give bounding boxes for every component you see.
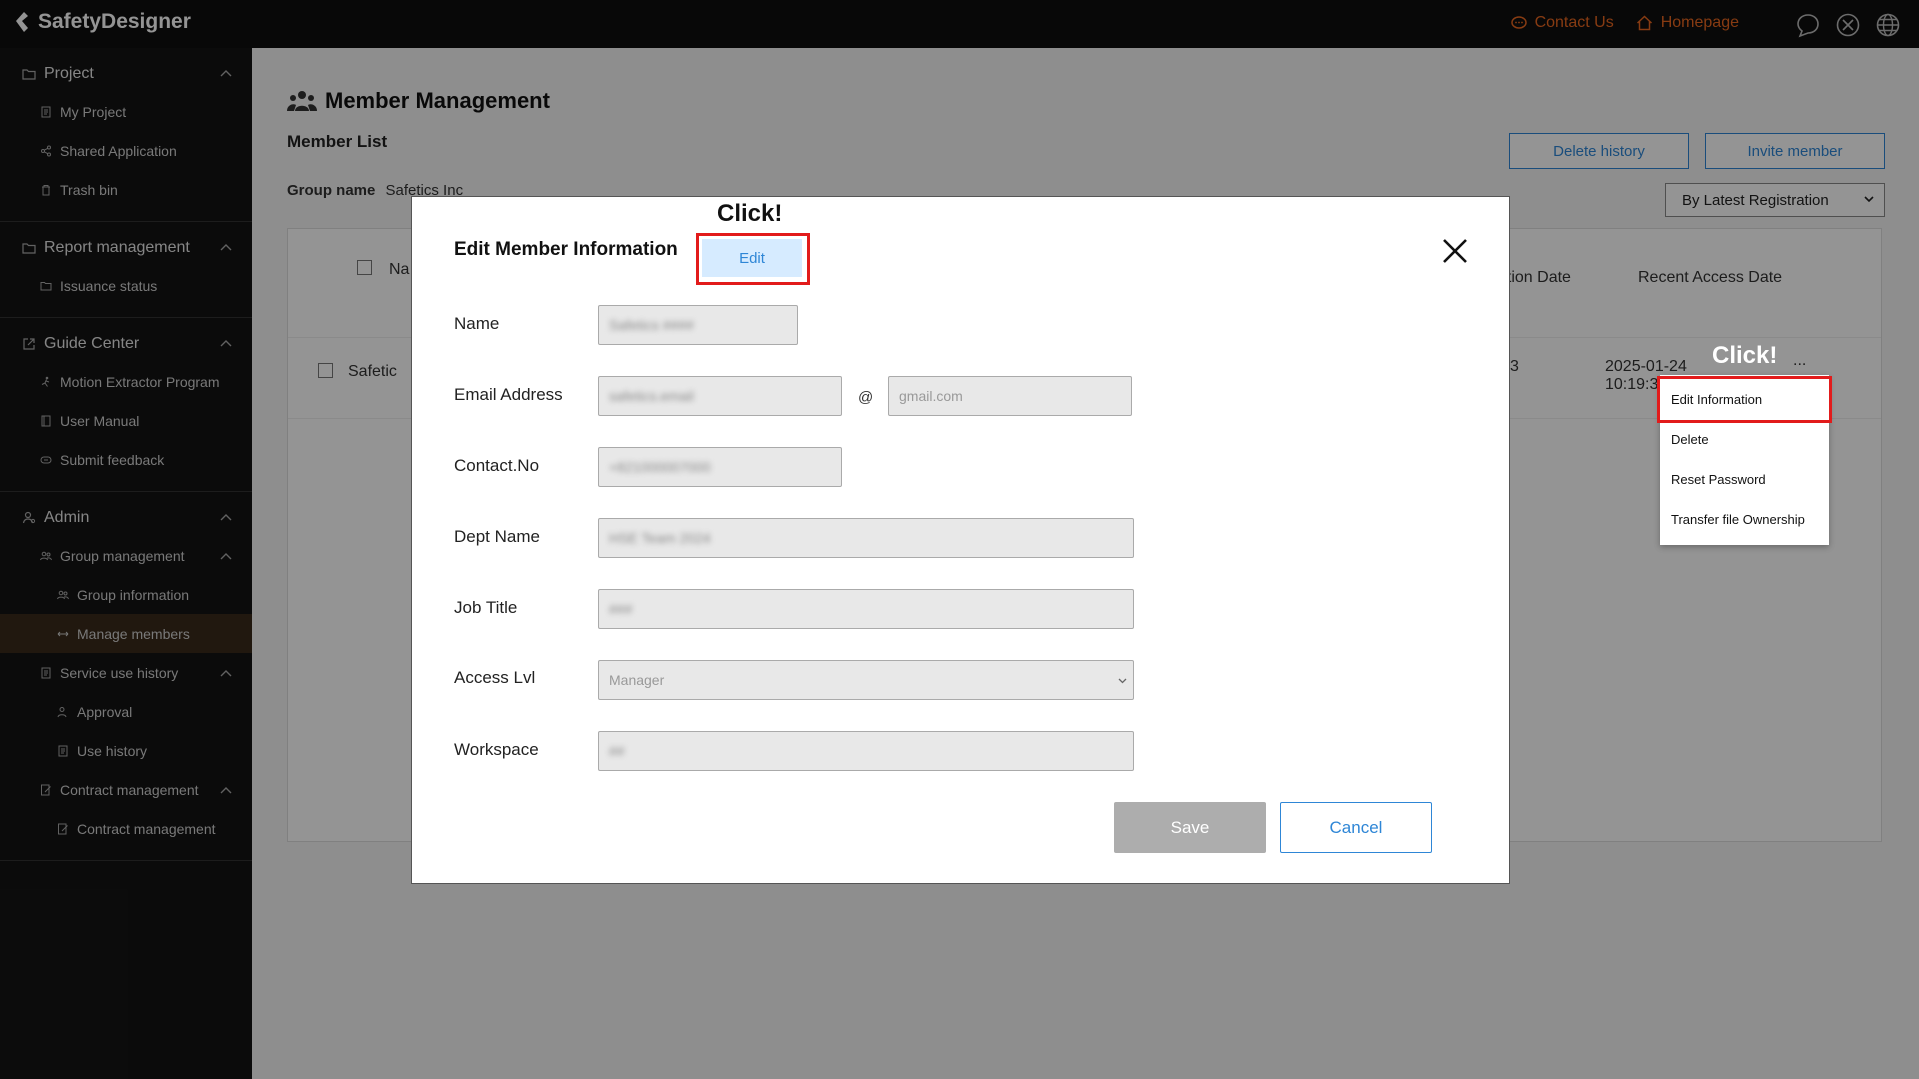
- email-domain-value: gmail.com: [899, 388, 963, 404]
- contact-value: +821000007000: [609, 459, 711, 475]
- click-hint-edit: Click!: [717, 200, 783, 227]
- email-user-field[interactable]: safetics.email: [598, 376, 842, 416]
- save-button[interactable]: Save: [1114, 802, 1266, 853]
- email-label: Email Address: [454, 385, 563, 404]
- email-domain-field[interactable]: gmail.com: [888, 376, 1132, 416]
- dept-value: HSE Team 2024: [609, 530, 711, 546]
- modal-title: Edit Member Information: [454, 239, 678, 260]
- click-hint-context-menu: Click!: [1712, 342, 1778, 369]
- menu-item-delete[interactable]: Delete: [1660, 419, 1829, 459]
- highlight-box-edit-information: [1657, 376, 1832, 423]
- access-level-select[interactable]: Manager: [598, 660, 1134, 700]
- workspace-field[interactable]: ##: [598, 731, 1134, 771]
- access-level-value: Manager: [609, 672, 665, 688]
- workspace-value: ##: [609, 743, 625, 759]
- name-value: Safetics ####: [609, 317, 694, 333]
- cancel-button[interactable]: Cancel: [1280, 802, 1432, 853]
- job-title-label: Job Title: [454, 598, 518, 617]
- dept-field[interactable]: HSE Team 2024: [598, 518, 1134, 558]
- dept-label: Dept Name: [454, 527, 540, 546]
- menu-item-reset-password[interactable]: Reset Password: [1660, 459, 1829, 499]
- job-title-field[interactable]: ###: [598, 589, 1134, 629]
- edit-member-modal: Edit Member Information Edit Name Safeti…: [411, 196, 1510, 884]
- contact-field[interactable]: +821000007000: [598, 447, 842, 487]
- job-title-value: ###: [609, 601, 633, 617]
- email-user-value: safetics.email: [609, 388, 694, 404]
- workspace-label: Workspace: [454, 740, 539, 759]
- menu-item-transfer-ownership[interactable]: Transfer file Ownership: [1660, 499, 1829, 539]
- access-level-label: Access Lvl: [454, 668, 536, 687]
- highlight-box-edit-button: [696, 233, 810, 285]
- at-sign: @: [858, 389, 874, 406]
- name-label: Name: [454, 314, 500, 333]
- chevron-down-icon: [1118, 678, 1127, 684]
- contact-label: Contact.No: [454, 456, 540, 475]
- name-field[interactable]: Safetics ####: [598, 305, 798, 345]
- close-icon[interactable]: [1441, 237, 1469, 265]
